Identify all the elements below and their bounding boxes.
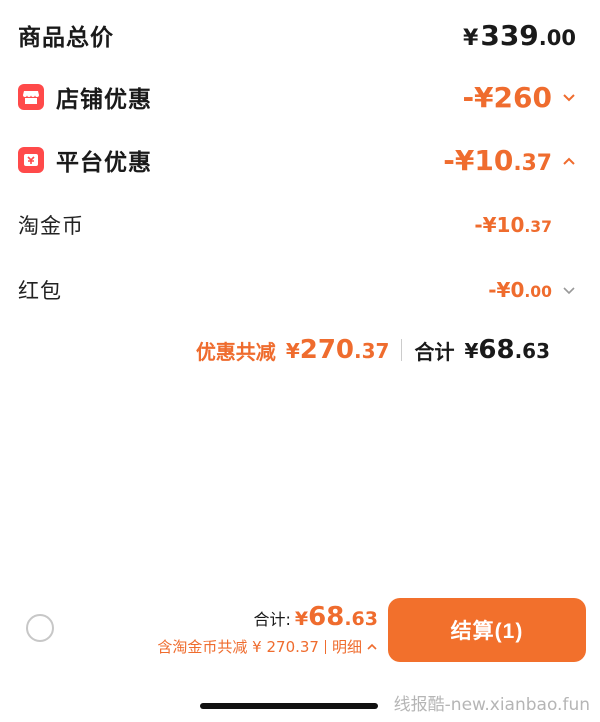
taojinbi-row: 淘金币 -¥10.37: [0, 200, 600, 250]
watermark: 线报酷-new.xianbao.fun: [393, 695, 590, 715]
coupon-icon: [18, 147, 44, 173]
chevron-down-icon[interactable]: [562, 281, 576, 300]
bottom-discount-text: 含淘金币共减 ¥ 270.37: [157, 638, 319, 656]
grand-total-value: ¥68.63: [464, 335, 550, 365]
bottom-total-value: ¥68.63: [294, 602, 378, 632]
select-all-checkbox[interactable]: [26, 614, 54, 642]
taojinbi-label: 淘金币: [18, 214, 84, 238]
store-discount-row[interactable]: 店铺优惠 -¥260: [0, 72, 600, 122]
discount-total-value: ¥270.37: [285, 335, 390, 365]
bottom-total: 合计: ¥68.63: [254, 602, 379, 632]
checkout-button[interactable]: 结算(1): [388, 598, 586, 662]
home-indicator[interactable]: [200, 703, 378, 709]
shop-icon: [18, 84, 44, 110]
chevron-up-icon[interactable]: [562, 151, 576, 170]
chevron-down-icon[interactable]: [562, 88, 576, 107]
goods-total-price: ¥339.00: [463, 18, 576, 52]
taojinbi-value: -¥10.37: [474, 213, 552, 237]
chevron-up-icon: [366, 643, 378, 651]
divider: [401, 339, 403, 361]
bottom-total-label: 合计:: [253, 610, 291, 629]
store-discount-label: 店铺优惠: [56, 87, 152, 113]
discount-total-label: 优惠共减: [195, 339, 276, 364]
store-discount-value: -¥260: [462, 80, 552, 114]
hongbao-row[interactable]: 红包 -¥0.00: [0, 265, 600, 315]
hongbao-label: 红包: [18, 279, 62, 303]
grand-total-label: 合计: [414, 339, 455, 364]
goods-total-row: 商品总价 ¥339.00: [0, 10, 600, 60]
divider: [324, 639, 326, 654]
discount-summary: 优惠共减 ¥270.37 合计 ¥68.63: [196, 330, 550, 370]
detail-link[interactable]: 明细: [332, 636, 362, 657]
platform-discount-value: -¥10.37: [443, 143, 552, 177]
bottom-discount-detail[interactable]: 含淘金币共减 ¥ 270.37 明细: [157, 636, 378, 657]
goods-total-label: 商品总价: [18, 25, 114, 51]
checkout-bar: 合计: ¥68.63 含淘金币共减 ¥ 270.37 明细 结算(1): [0, 590, 600, 670]
hongbao-value: -¥0.00: [488, 278, 552, 302]
platform-discount-row[interactable]: 平台优惠 -¥10.37: [0, 135, 600, 185]
platform-discount-label: 平台优惠: [56, 150, 152, 176]
